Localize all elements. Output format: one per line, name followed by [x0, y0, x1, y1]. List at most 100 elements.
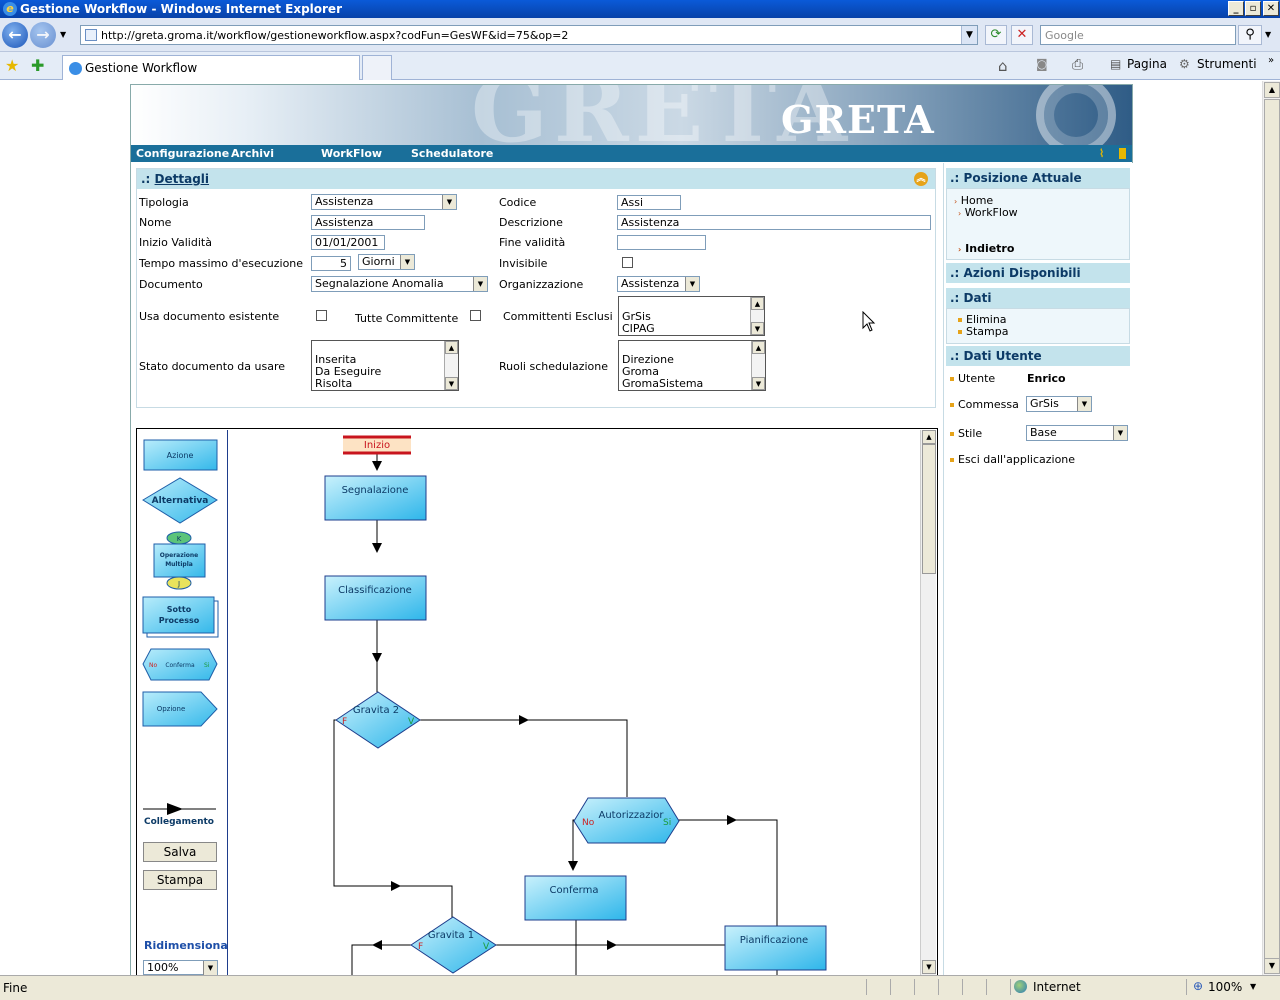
palette-sotto-processo[interactable]: Sotto Processo: [142, 596, 219, 638]
usa-doc-checkbox[interactable]: [316, 310, 327, 321]
palette-operazione-multipla[interactable]: K Operazione Multipla J: [153, 531, 206, 590]
details-title-link[interactable]: Dettagli: [155, 172, 210, 186]
list-scrollbar[interactable]: ▲ ▼: [444, 341, 458, 390]
status-bar: Fine: [0, 975, 1280, 1000]
node-segnalazione[interactable]: Segnalazione: [324, 475, 427, 521]
tempo-field[interactable]: 5: [311, 256, 351, 271]
forward-icon[interactable]: →: [30, 22, 56, 48]
organizzazione-select[interactable]: Assistenza ▼: [617, 276, 700, 292]
breadcrumb-workflow[interactable]: › WorkFlow: [958, 206, 1018, 219]
editor-scroll-up-icon[interactable]: ▲: [922, 430, 936, 444]
search-options-icon[interactable]: ▼: [1265, 30, 1271, 39]
list-scrollbar[interactable]: ▲ ▼: [750, 297, 764, 335]
workflow-canvas[interactable]: Inizio Segnalazione Classificazione Grav…: [228, 430, 920, 976]
descrizione-field[interactable]: Assistenza: [617, 215, 931, 230]
node-classificazione[interactable]: Classificazione: [324, 575, 427, 621]
zoom-icon[interactable]: ⊕: [1193, 979, 1203, 993]
node-inizio[interactable]: Inizio: [343, 435, 411, 455]
stampa-link[interactable]: Stampa: [958, 325, 1008, 338]
chevron-down-icon[interactable]: ▼: [751, 322, 764, 335]
editor-scroll-thumb[interactable]: [922, 444, 936, 574]
favorites-star-icon[interactable]: ★: [5, 56, 19, 75]
back-icon[interactable]: ←: [2, 22, 28, 48]
home-icon[interactable]: ⌂: [998, 57, 1008, 75]
palette-conf-no: No: [149, 662, 157, 669]
note-icon[interactable]: [1119, 148, 1126, 159]
commessa-select[interactable]: GrSis ▼: [1026, 396, 1092, 412]
zoom-dropdown-icon[interactable]: ▼: [1250, 982, 1256, 991]
close-button[interactable]: ✕: [1263, 1, 1279, 16]
chevron-up-icon[interactable]: ▲: [751, 297, 764, 310]
palette-alternativa[interactable]: Alternativa: [142, 477, 218, 524]
palette-collegamento[interactable]: Collegamento: [143, 803, 216, 827]
tutte-checkbox[interactable]: [470, 310, 481, 321]
palette-conferma[interactable]: No Conferma Si: [142, 648, 218, 681]
zoom-select[interactable]: 100% ▼: [143, 960, 218, 975]
committenti-list[interactable]: GrSis CIPAG ▲ ▼: [618, 296, 765, 336]
node-autorizzazione[interactable]: Autorizzazior No Si: [573, 797, 680, 844]
address-dropdown-icon[interactable]: ▼: [961, 26, 977, 44]
page-menu[interactable]: Pagina: [1127, 57, 1167, 71]
ruoli-list[interactable]: Direzione Groma GromaSistema ▲ ▼: [618, 340, 766, 391]
utente-label: Utente: [950, 372, 995, 385]
palette-opzione[interactable]: Opzione: [142, 691, 218, 727]
chevron-down-icon[interactable]: ▼: [445, 377, 458, 390]
menu-configurazione[interactable]: Configurazione: [136, 147, 229, 160]
node-gravita-1[interactable]: Gravita 1 F V: [410, 916, 497, 974]
tab-gestione-workflow[interactable]: Gestione Workflow: [62, 55, 360, 80]
stampa-button[interactable]: Stampa: [143, 870, 217, 890]
chevron-up-icon[interactable]: ▲: [445, 341, 458, 354]
node-conferma[interactable]: Conferma: [524, 875, 627, 921]
scroll-up-icon[interactable]: ▲: [1264, 82, 1280, 98]
zoom-level[interactable]: 100%: [1208, 980, 1242, 994]
fine-field[interactable]: [617, 235, 706, 250]
list-item[interactable]: CIPAG: [622, 323, 761, 335]
feeds-icon[interactable]: ◙: [1036, 57, 1048, 71]
maximize-button[interactable]: ▫: [1245, 1, 1261, 16]
chevron-up-icon[interactable]: ▲: [752, 341, 765, 354]
stato-list[interactable]: Inserita Da Eseguire Risolta ▲ ▼: [311, 340, 459, 391]
scroll-thumb[interactable]: [1264, 99, 1280, 967]
tempo-unit-select[interactable]: Giorni ▼: [358, 254, 415, 270]
tools-menu[interactable]: Strumenti: [1197, 57, 1257, 71]
exit-link[interactable]: Esci dall'applicazione: [950, 453, 1075, 466]
stop-icon[interactable]: ✕: [1011, 25, 1033, 45]
search-icon[interactable]: ⚲: [1238, 25, 1262, 45]
menu-archivi[interactable]: Archivi: [231, 147, 274, 160]
address-bar[interactable]: http://greta.groma.it/workflow/gestionew…: [80, 25, 978, 45]
list-item[interactable]: Risolta: [315, 378, 455, 390]
palette-azione-label: Azione: [167, 451, 194, 460]
salva-button[interactable]: Salva: [143, 842, 217, 862]
search-input[interactable]: Google: [1040, 25, 1236, 45]
scroll-down-icon[interactable]: ▼: [1264, 958, 1280, 974]
node-pianificazione[interactable]: Pianificazione: [724, 925, 827, 971]
refresh-icon[interactable]: ⟳: [985, 25, 1007, 45]
palette-azione[interactable]: Azione: [143, 439, 218, 471]
codice-field[interactable]: Assi: [617, 195, 681, 210]
chevron-more-icon[interactable]: »: [1268, 55, 1274, 66]
nome-field[interactable]: Assistenza: [311, 215, 425, 230]
stato-label: Stato documento da usare: [139, 360, 286, 373]
new-tab-button[interactable]: [362, 55, 392, 80]
collapse-icon[interactable]: ︽: [914, 172, 928, 186]
chevron-down-icon[interactable]: ▼: [752, 377, 765, 390]
minimize-button[interactable]: _: [1228, 1, 1244, 16]
tipologia-select[interactable]: Assistenza ▼: [311, 194, 457, 210]
menu-workflow[interactable]: WorkFlow: [321, 147, 382, 160]
node-gravita-2[interactable]: Gravita 2 F V: [335, 691, 421, 749]
inizio-field[interactable]: 01/01/2001: [311, 235, 385, 250]
add-favorites-icon[interactable]: ✚: [31, 56, 44, 75]
editor-scrollbar[interactable]: ▲ ▼: [920, 430, 936, 976]
documento-select[interactable]: Segnalazione Anomalia ▼: [311, 276, 488, 292]
invisibile-checkbox[interactable]: [622, 257, 633, 268]
back-link[interactable]: › Indietro: [958, 242, 1014, 255]
history-dropdown-icon[interactable]: ▼: [60, 30, 66, 39]
stile-select[interactable]: Base ▼: [1026, 425, 1128, 441]
menu-schedulatore[interactable]: Schedulatore: [411, 147, 493, 160]
list-item[interactable]: GromaSistema: [622, 378, 762, 390]
page-scrollbar[interactable]: ▲ ▼: [1262, 81, 1280, 975]
list-scrollbar[interactable]: ▲ ▼: [751, 341, 765, 390]
print-icon[interactable]: ⎙: [1072, 57, 1083, 73]
rss-icon[interactable]: ⌇: [1099, 147, 1104, 160]
editor-scroll-down-icon[interactable]: ▼: [922, 960, 936, 974]
